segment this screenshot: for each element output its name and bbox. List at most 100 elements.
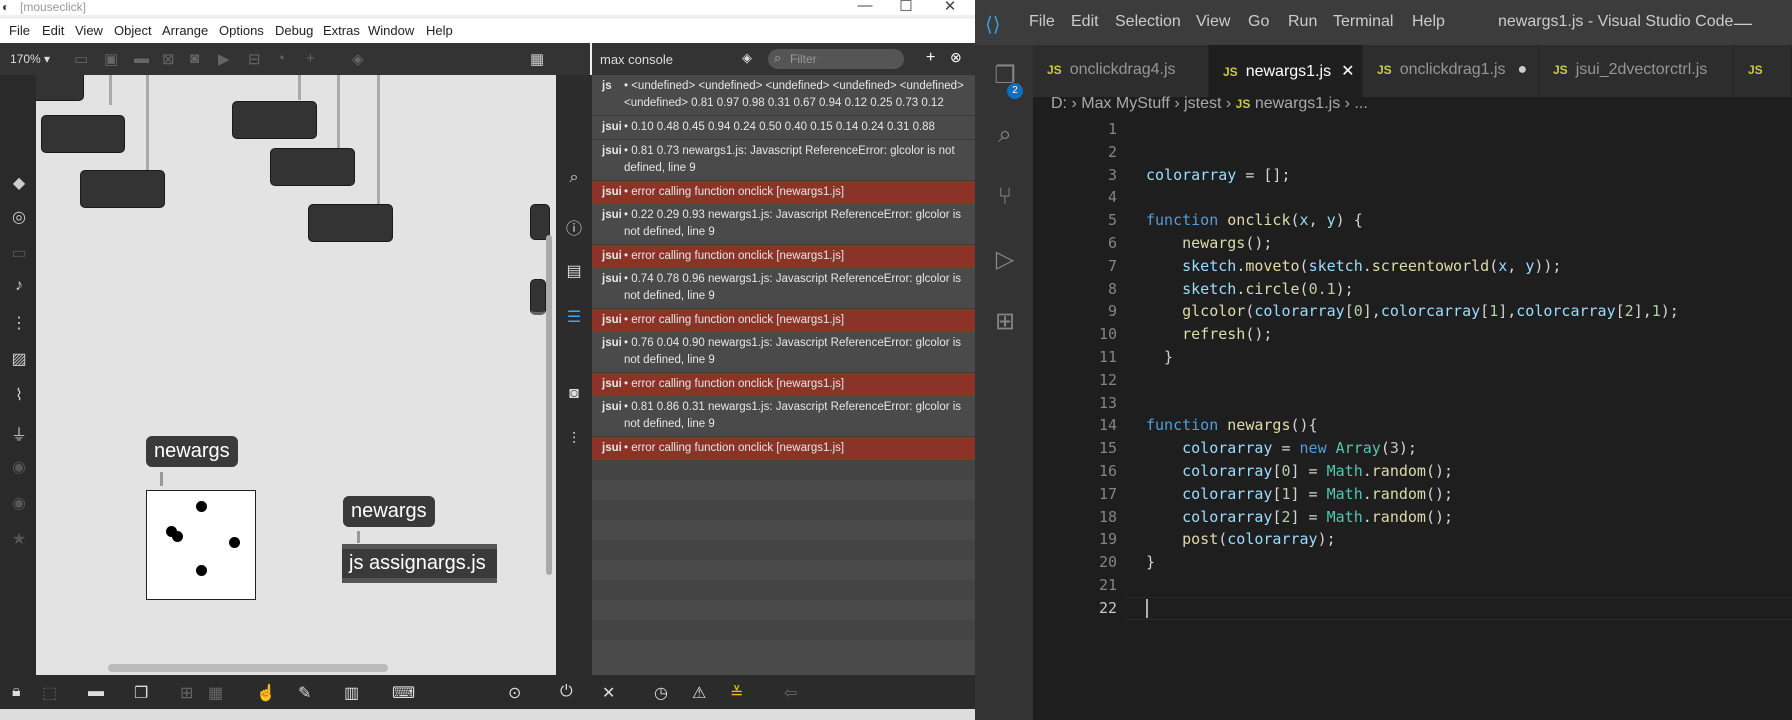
paperclip-icon[interactable]: ⌇ [9, 385, 29, 405]
code-line[interactable]: 5 function onclick(x, y) { [1033, 209, 1792, 232]
menu-options[interactable]: Options [219, 23, 264, 38]
breadcrumb-item[interactable]: jstest [1184, 95, 1221, 112]
menu-object[interactable]: Object [114, 23, 152, 38]
code-line[interactable]: 13 [1033, 392, 1792, 415]
back-arrow-icon[interactable]: ⇦ [784, 683, 797, 703]
grid-icon[interactable]: ▦ [530, 50, 544, 68]
menu-help[interactable]: Help [426, 23, 453, 38]
add-icon[interactable]: + [926, 49, 935, 67]
grid-icon[interactable]: ▦ [208, 683, 223, 703]
breadcrumb-item[interactable]: ... [1354, 95, 1367, 112]
code-line[interactable]: 1 [1033, 118, 1792, 141]
search-icon[interactable]: ⌕ [991, 121, 1019, 149]
code-line[interactable]: 21 [1033, 574, 1792, 597]
windows-icon[interactable]: ❐ [134, 683, 148, 703]
console-row[interactable]: jsui • 0.81 0.73 newargs1.js: Javascript … [592, 140, 975, 181]
jsui-display[interactable] [146, 490, 256, 600]
console-error-row[interactable]: jsui • error calling function onclick [ne… [592, 309, 975, 332]
vs-menu-file[interactable]: File [1029, 13, 1055, 31]
wrench-icon[interactable]: ✎ [298, 683, 311, 703]
console-row[interactable]: jsui • 0.22 0.29 0.93 newargs1.js: Javasc… [592, 204, 975, 245]
console-error-row[interactable]: jsui • error calling function onclick [ne… [592, 437, 975, 460]
patch-object[interactable] [270, 148, 355, 186]
code-line[interactable]: 17 colorarray[1] = Math.random(); [1033, 483, 1792, 506]
paint-icon[interactable]: ◈ [352, 50, 364, 68]
code-line[interactable]: 12 [1033, 369, 1792, 392]
image-icon[interactable]: ▨ [9, 349, 29, 369]
play-object-icon[interactable]: ▶ [218, 50, 230, 68]
menu-extras[interactable]: Extras [323, 23, 360, 38]
snapshot-icon[interactable]: ◙ [564, 385, 584, 403]
patch-object[interactable] [36, 75, 84, 101]
target-diamond-icon[interactable]: ◈ [742, 50, 752, 66]
code-line[interactable]: 20} [1033, 551, 1792, 574]
code-line[interactable]: 6 newargs(); [1033, 232, 1792, 255]
lock-icon[interactable]: 🔒︎ [12, 683, 21, 701]
close-console-icon[interactable]: ⊗ [950, 49, 962, 66]
menu-view[interactable]: View [75, 23, 103, 38]
breadcrumb-item[interactable]: newargs1.js [1255, 95, 1340, 112]
edit-icon[interactable]: ⬚ [42, 683, 57, 703]
mixer-icon[interactable]: ⫶ [564, 431, 584, 449]
modified-dot-icon[interactable]: ● [1518, 61, 1528, 78]
vs-menu-selection[interactable]: Selection [1115, 13, 1181, 31]
h-icon[interactable]: ◉ [9, 493, 29, 513]
run-debug-icon[interactable]: ▷ [991, 245, 1019, 274]
search-icon[interactable]: ⌕ [564, 169, 584, 187]
align-icon[interactable]: ⊞ [180, 683, 193, 703]
vs-menu-view[interactable]: View [1196, 13, 1230, 31]
console-list-icon[interactable]: ☰ [564, 307, 584, 327]
close-object-icon[interactable]: ⊠ [162, 50, 175, 68]
code-line[interactable]: 22 [1033, 596, 1792, 620]
minimize-icon[interactable]: — [845, 0, 885, 14]
patch-object[interactable] [530, 279, 546, 315]
close-tab-icon[interactable]: ✕ [1341, 63, 1354, 80]
clock-icon[interactable]: ◷ [654, 683, 668, 703]
patch-object[interactable] [232, 101, 317, 139]
vs-menu-terminal[interactable]: Terminal [1333, 13, 1393, 31]
toggle-icon[interactable]: ◙ [190, 50, 199, 67]
dial-icon[interactable]: ◔ [276, 50, 285, 67]
add-icon[interactable]: + [306, 50, 315, 67]
code-line[interactable]: 4 [1033, 186, 1792, 209]
patch-object[interactable] [80, 170, 165, 208]
console-error-row[interactable]: jsui • error calling function onclick [ne… [592, 245, 975, 268]
plug-icon[interactable]: ⏚ [9, 421, 29, 445]
info-icon[interactable]: ⓘ [564, 215, 584, 239]
star-icon[interactable]: ★ [9, 529, 29, 549]
minimize-icon[interactable]: — [1734, 13, 1752, 34]
code-line[interactable]: 3 colorarray = []; [1033, 164, 1792, 187]
console-row[interactable]: js • <undefined> <undefined> <undefined> … [592, 75, 975, 116]
vs-menu-go[interactable]: Go [1248, 13, 1269, 31]
tab-overflow[interactable]: JS [1734, 45, 1792, 97]
tab-onclickdrag4[interactable]: JS onclickdrag4.js [1033, 45, 1209, 97]
console-row[interactable]: jsui • 0.10 0.48 0.45 0.94 0.24 0.50 0.40… [592, 116, 975, 140]
code-line[interactable]: 11 } [1033, 346, 1792, 369]
target-icon[interactable]: ◎ [9, 207, 29, 227]
newargs-message-1[interactable]: newargs [146, 436, 238, 467]
code-line[interactable]: 15 colorarray = new Array(3); [1033, 437, 1792, 460]
menu-arrange[interactable]: Arrange [162, 23, 208, 38]
console-error-row[interactable]: jsui • error calling function onclick [ne… [592, 181, 975, 204]
comment-icon[interactable]: ▬ [88, 683, 104, 701]
menu-window[interactable]: Window [368, 23, 414, 38]
code-line[interactable]: 10 refresh(); [1033, 323, 1792, 346]
tab-onclickdrag1[interactable]: JS onclickdrag1.js ● [1363, 45, 1539, 97]
clear-console-icon[interactable]: ✕ [602, 683, 615, 703]
comment-icon[interactable]: ▬ [134, 50, 149, 67]
gesture-icon[interactable]: ☝ [256, 683, 276, 703]
console-row[interactable]: jsui • 0.81 0.86 0.31 newargs1.js: Javasc… [592, 396, 975, 437]
warning-icon[interactable]: ⚠ [692, 683, 706, 703]
errors-icon[interactable]: ≚ [730, 683, 743, 703]
audio-icon[interactable]: ⊙ [508, 683, 521, 703]
slider-icon[interactable]: ⊟ [248, 50, 261, 68]
code-line[interactable]: 16 colorarray[0] = Math.random(); [1033, 460, 1792, 483]
console-row[interactable]: jsui • 0.74 0.78 0.96 newargs1.js: Javasc… [592, 268, 975, 309]
horizontal-scrollbar[interactable] [108, 664, 388, 672]
packages-icon[interactable]: ◆ [9, 173, 29, 193]
object-icon[interactable]: ▣ [104, 50, 118, 68]
console-error-row[interactable]: jsui • error calling function onclick [ne… [592, 373, 975, 396]
film-icon[interactable]: ▭ [9, 243, 29, 263]
code-line[interactable]: 7 sketch.moveto(sketch.screentoworld(x, … [1033, 255, 1792, 278]
menu-debug[interactable]: Debug [275, 23, 313, 38]
